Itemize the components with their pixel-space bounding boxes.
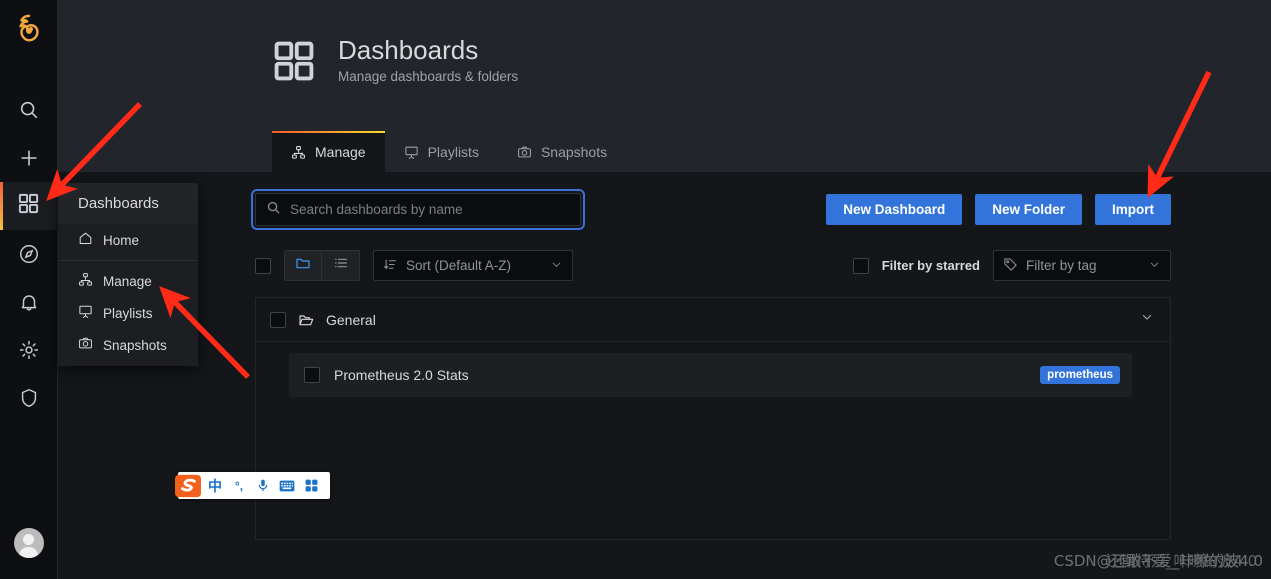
tag-icon: [1003, 257, 1018, 275]
chevron-down-icon[interactable]: [1140, 310, 1154, 329]
dashboards-content-panel: New Dashboard New Folder Import: [251, 172, 1171, 579]
presentation-icon: [404, 145, 419, 160]
search-icon[interactable]: [0, 86, 58, 134]
dashboard-checkbox[interactable]: [304, 367, 320, 383]
flyout-item-home[interactable]: Home: [58, 224, 198, 256]
dashboards-flyout-menu: Dashboards Home Manage Playlists Snapsho…: [58, 183, 198, 366]
csdn-watermark: CSDN@还敢不爱_咔嚓的波4.0 还期待爱_咔嚓的波4.0: [1054, 550, 1263, 571]
search-input-wrapper[interactable]: [251, 189, 585, 230]
compass-explore-icon[interactable]: [0, 230, 58, 278]
filter-by-starred-checkbox[interactable]: [852, 257, 869, 274]
grafana-dashboards-page: Dashboards Manage dashboards & folders M…: [0, 0, 1271, 579]
shield-admin-icon[interactable]: [0, 374, 58, 422]
gear-configuration-icon[interactable]: [0, 326, 58, 374]
flyout-item-label: Playlists: [103, 305, 153, 321]
tab-bar: Manage Playlists Snapshots: [272, 131, 626, 172]
dashboards-grid-icon: [272, 36, 316, 88]
view-mode-toggle: [284, 250, 360, 281]
sitemap-icon: [291, 145, 306, 160]
page-title: Dashboards: [338, 35, 479, 65]
flyout-divider: [58, 260, 198, 261]
folder-open-icon: [298, 312, 314, 328]
flyout-title: Dashboards: [58, 183, 198, 224]
import-button[interactable]: Import: [1095, 194, 1171, 225]
tab-playlists[interactable]: Playlists: [385, 131, 498, 172]
new-folder-button[interactable]: New Folder: [975, 194, 1082, 225]
tab-snapshots[interactable]: Snapshots: [498, 131, 626, 172]
tab-manage[interactable]: Manage: [272, 131, 385, 172]
bell-alerting-icon[interactable]: [0, 278, 58, 326]
search-and-actions-row: New Dashboard New Folder Import: [251, 172, 1171, 230]
flyout-item-label: Manage: [103, 273, 152, 289]
camera-icon: [517, 145, 532, 160]
sort-select-value: Sort (Default A-Z): [406, 258, 512, 273]
dashboard-tag-badge[interactable]: prometheus: [1040, 366, 1120, 384]
sort-select[interactable]: Sort (Default A-Z): [373, 250, 573, 281]
ime-mode-label: 中: [208, 478, 222, 495]
apps-grid-icon[interactable]: [299, 472, 323, 499]
home-icon: [78, 231, 93, 249]
action-buttons: New Dashboard New Folder Import: [826, 194, 1171, 225]
ime-punctuation-button[interactable]: °,: [227, 472, 251, 499]
flyout-item-snapshots[interactable]: Snapshots: [58, 329, 198, 366]
sogou-ime-toolbar: 中 °,: [175, 472, 330, 499]
sort-amount-down-icon: [383, 257, 398, 275]
grafana-logo-icon[interactable]: [0, 0, 58, 58]
presentation-icon: [78, 304, 93, 322]
microphone-icon[interactable]: [251, 472, 275, 499]
sidebar-item-dashboards[interactable]: [0, 182, 58, 230]
dashboards-grid-icon: [17, 192, 40, 220]
dashboard-list: General Prometheus 2.0 Stats prometheus: [255, 297, 1171, 540]
search-icon: [266, 200, 281, 220]
tab-label: Playlists: [427, 144, 479, 160]
camera-icon: [78, 336, 93, 354]
sitemap-icon: [78, 272, 93, 290]
folder-view-button[interactable]: [284, 250, 322, 281]
folder-checkbox[interactable]: [270, 311, 286, 328]
ime-punctuation-label: °,: [234, 478, 244, 493]
flyout-item-label: Home: [103, 232, 140, 248]
chevron-down-icon: [550, 258, 563, 274]
plus-icon[interactable]: [0, 134, 58, 182]
flyout-item-label: Snapshots: [103, 337, 167, 353]
flyout-item-manage[interactable]: Manage: [58, 265, 198, 297]
avatar[interactable]: [0, 519, 58, 567]
filter-by-tag-select[interactable]: Filter by tag: [993, 250, 1171, 281]
dashboard-name: Prometheus 2.0 Stats: [334, 367, 469, 383]
tab-label: Snapshots: [540, 144, 608, 160]
folder-row[interactable]: General: [256, 298, 1170, 342]
filter-by-starred-label: Filter by starred: [881, 258, 980, 273]
list-view-button[interactable]: [322, 250, 360, 281]
tab-label: Manage: [315, 144, 366, 160]
chevron-down-icon: [1148, 258, 1161, 274]
dashboard-row[interactable]: Prometheus 2.0 Stats prometheus: [289, 353, 1132, 397]
select-all-checkbox[interactable]: [255, 257, 271, 274]
page-header: Dashboards Manage dashboards & folders M…: [58, 0, 1271, 172]
folder-icon: [295, 255, 311, 276]
keyboard-icon[interactable]: [275, 472, 299, 499]
folder-name: General: [326, 311, 376, 328]
ime-mode-button[interactable]: 中: [203, 472, 227, 499]
sogou-logo-icon[interactable]: [173, 472, 203, 499]
list-icon: [333, 255, 349, 276]
filter-by-tag-value: Filter by tag: [1026, 258, 1097, 273]
filter-toolbar: Sort (Default A-Z) Filter by starred Fil…: [255, 250, 1171, 281]
left-nav-rail: [0, 0, 58, 579]
new-dashboard-button[interactable]: New Dashboard: [826, 194, 963, 225]
flyout-item-playlists[interactable]: Playlists: [58, 297, 198, 329]
search-input[interactable]: [290, 202, 570, 217]
watermark-text-overlay: 还期待爱_咔嚓的波4.0: [1105, 552, 1258, 570]
page-subtitle: Manage dashboards & folders: [338, 69, 519, 85]
